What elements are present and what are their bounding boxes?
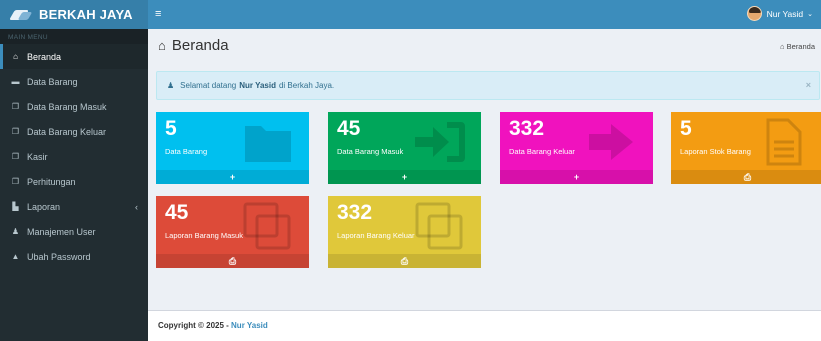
print-icon: ⎙	[743, 172, 752, 182]
sidebar-item-label: Data Barang Masuk	[27, 101, 107, 112]
stat-number: 332	[509, 117, 545, 140]
stat-box-data-barang-masuk: 45 Data Barang Masuk +	[328, 112, 481, 184]
clone-icon	[243, 202, 291, 250]
sidebar-item-label: Laporan	[27, 201, 61, 212]
stat-label: Laporan Stok Barang	[680, 147, 751, 156]
stat-box-laporan-barang-keluar: 332 Laporan Barang Keluar ⎙	[328, 196, 481, 268]
clone-icon: ❐	[11, 177, 20, 186]
user-menu[interactable]: Nur Yasid ⌄	[746, 6, 813, 21]
plus-icon: +	[229, 172, 236, 182]
stat-label: Data Barang	[165, 147, 208, 156]
author-link[interactable]: Nur Yasid	[231, 321, 268, 330]
stat-box-data-barang-keluar: 332 Data Barang Keluar +	[500, 112, 653, 184]
logo-icon	[9, 8, 34, 22]
stat-box-data-barang: 5 Data Barang +	[156, 112, 309, 184]
home-icon: ⌂	[780, 42, 787, 51]
chevron-down-icon: ⌄	[807, 10, 813, 18]
add-data-barang-keluar-button[interactable]: +	[500, 170, 653, 184]
home-icon: ⌂	[13, 52, 18, 61]
sidebar-item-data-barang-keluar[interactable]: ❐ Data Barang Keluar	[0, 119, 148, 144]
sidebar-item-data-barang-masuk[interactable]: ❐ Data Barang Masuk	[0, 94, 148, 119]
stat-number: 5	[680, 117, 692, 140]
sidebar-toggle-button[interactable]: ≡	[155, 8, 161, 20]
sidebar-item-laporan[interactable]: ▙ Laporan ‹	[0, 194, 148, 219]
stat-number: 332	[337, 201, 373, 224]
print-icon: ⎙	[400, 256, 409, 266]
stat-box-laporan-stok-barang: 5 Laporan Stok Barang ⎙	[671, 112, 821, 184]
sidebar-item-label: Manajemen User	[27, 226, 96, 237]
sidebar-item-data-barang[interactable]: ▬ Data Barang	[0, 69, 148, 94]
stat-number: 45	[337, 117, 361, 140]
top-navbar: BERKAH JAYA ≡ Nur Yasid ⌄	[0, 0, 821, 29]
breadcrumb-item: Beranda	[786, 42, 815, 51]
close-icon[interactable]: ×	[806, 80, 811, 90]
page-title: ⌂ Beranda	[158, 37, 229, 54]
folder-icon	[245, 126, 291, 162]
clone-icon	[415, 202, 463, 250]
alert-suffix: di Berkah Jaya.	[278, 81, 335, 90]
alert-prefix: Selamat datang	[180, 81, 237, 90]
stat-label: Data Barang Masuk	[337, 147, 404, 156]
folder-icon: ▬	[11, 77, 20, 86]
lock-icon: ▲	[11, 252, 20, 261]
print-laporan-keluar-button[interactable]: ⎙	[328, 254, 481, 268]
arrow-right-icon	[589, 124, 633, 160]
app-title: BERKAH JAYA	[39, 7, 133, 22]
sidebar-item-beranda[interactable]: ⌂ Beranda	[0, 44, 148, 69]
copyright-text: Copyright © 2025 -	[158, 321, 229, 330]
welcome-alert: ♟ Selamat datang Nur Yasid di Berkah Jay…	[156, 71, 820, 100]
clone-icon: ❐	[11, 152, 20, 161]
file-text-icon	[766, 118, 802, 166]
user-icon: ♟	[167, 81, 175, 90]
user-name: Nur Yasid	[766, 8, 804, 19]
sidebar-item-label: Data Barang	[27, 76, 78, 87]
home-icon: ⌂	[158, 38, 166, 53]
main-content: ⌂ Beranda ⌂ Beranda ♟ Selamat datang Nur…	[148, 29, 821, 310]
sidebar-item-manajemen-user[interactable]: ♟ Manajemen User	[0, 219, 148, 244]
user-icon: ♟	[11, 227, 20, 236]
sidebar-item-label: Data Barang Keluar	[27, 126, 107, 137]
sidebar-item-label: Kasir	[27, 151, 48, 162]
sidebar: MAIN MENU ⌂ Beranda ▬ Data Barang ❐ Data…	[0, 29, 148, 341]
stat-box-laporan-barang-masuk: 45 Laporan Barang Masuk ⎙	[156, 196, 309, 268]
stat-label: Data Barang Keluar	[509, 147, 575, 156]
stat-label: Laporan Barang Masuk	[165, 231, 243, 240]
plus-icon: +	[573, 172, 580, 182]
sidebar-item-label: Perhitungan	[27, 176, 76, 187]
sidebar-item-perhitungan[interactable]: ❐ Perhitungan	[0, 169, 148, 194]
stat-number: 5	[165, 117, 177, 140]
add-data-barang-masuk-button[interactable]: +	[328, 170, 481, 184]
print-laporan-stok-button[interactable]: ⎙	[671, 170, 821, 184]
sidebar-item-ubah-password[interactable]: ▲ Ubah Password	[0, 244, 148, 269]
sidebar-item-label: Ubah Password	[27, 251, 91, 262]
avatar	[746, 6, 762, 21]
page-footer: Copyright © 2025 - Nur Yasid	[148, 310, 821, 341]
alert-user-name: Nur Yasid	[239, 81, 276, 90]
sign-in-icon	[415, 122, 465, 162]
page-title-text: Beranda	[171, 37, 229, 54]
sidebar-item-kasir[interactable]: ❐ Kasir	[0, 144, 148, 169]
chevron-left-icon: ‹	[135, 201, 138, 212]
print-laporan-masuk-button[interactable]: ⎙	[156, 254, 309, 268]
clone-icon: ❐	[11, 127, 20, 136]
stat-number: 45	[165, 201, 189, 224]
app-logo[interactable]: BERKAH JAYA	[0, 0, 148, 29]
plus-icon: +	[401, 172, 408, 182]
stat-label: Laporan Barang Keluar	[337, 231, 415, 240]
file-icon: ▙	[12, 202, 19, 211]
print-icon: ⎙	[228, 256, 237, 266]
sidebar-item-label: Beranda	[27, 51, 62, 62]
breadcrumb[interactable]: ⌂ Beranda	[780, 42, 815, 51]
clone-icon: ❐	[11, 102, 20, 111]
add-data-barang-button[interactable]: +	[156, 170, 309, 184]
sidebar-header: MAIN MENU	[0, 29, 148, 44]
